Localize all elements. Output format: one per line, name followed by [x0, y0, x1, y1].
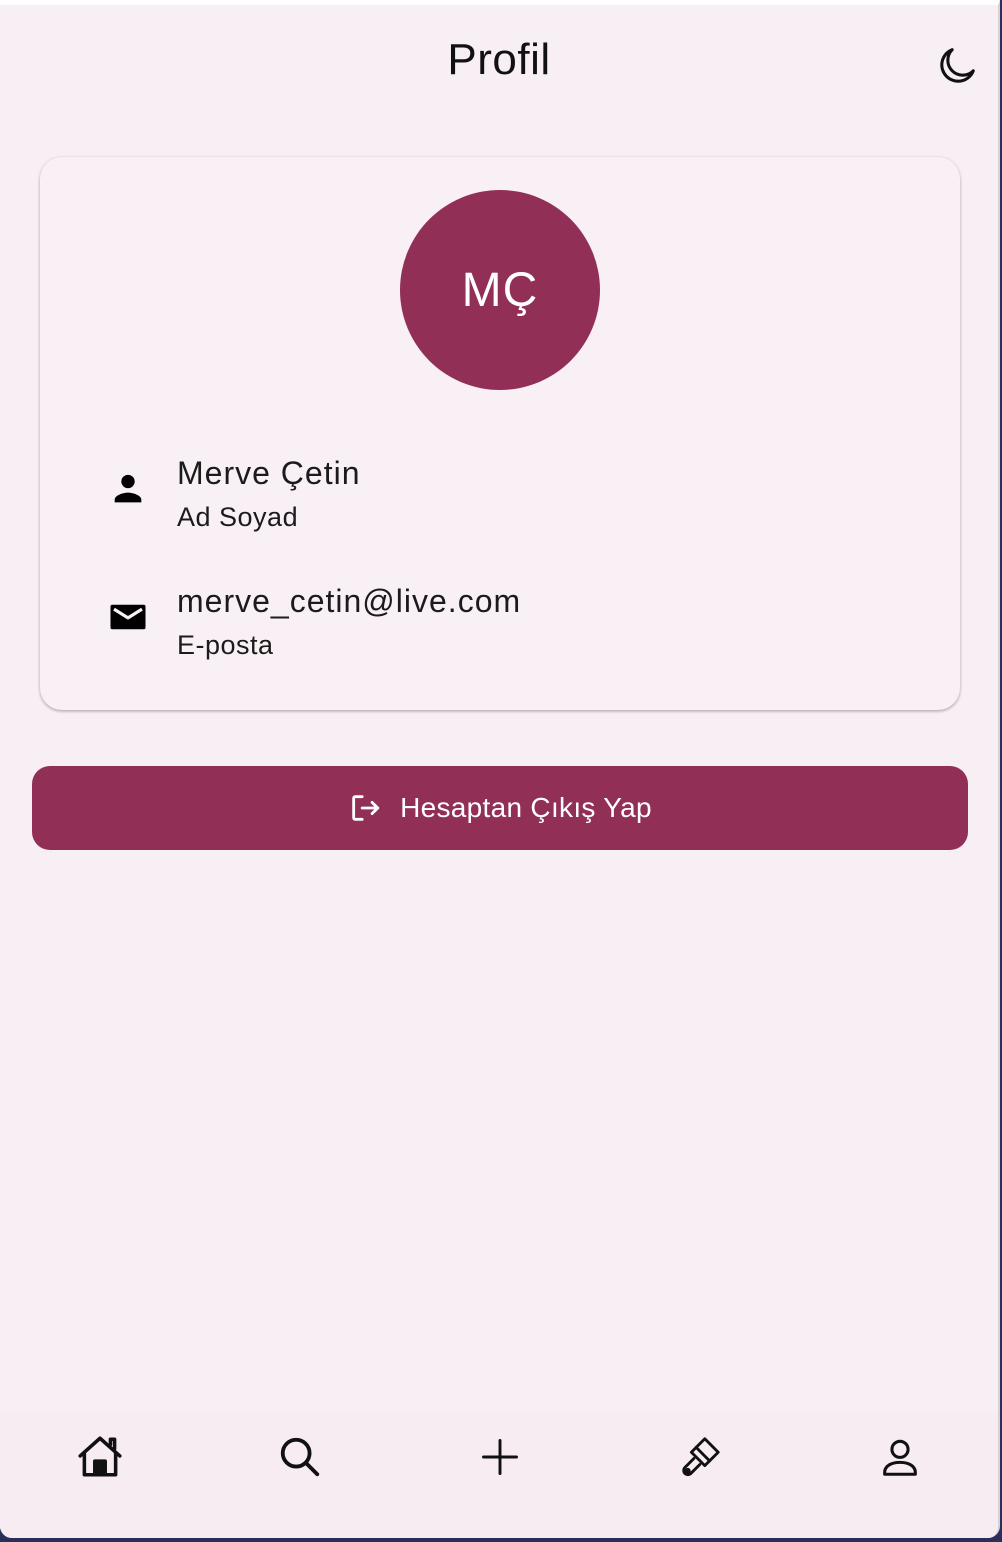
logout-label: Hesaptan Çıkış Yap [400, 792, 652, 823]
nav-home[interactable] [70, 1427, 130, 1487]
user-email-label: E-posta [177, 630, 274, 660]
email-row: merve_cetin@live.com E-posta [104, 583, 904, 673]
logout-button[interactable]: Hesaptan Çıkış Yap [32, 766, 968, 850]
app-window: Profil MÇ Merve Çetin Ad Soyad merve_cet… [0, 0, 1000, 1538]
nav-profile[interactable] [870, 1427, 930, 1487]
app-bar: Profil [0, 5, 998, 115]
home-icon [78, 1436, 122, 1477]
user-name-label: Ad Soyad [177, 502, 299, 532]
moon-icon [940, 48, 975, 83]
name-row: Merve Çetin Ad Soyad [104, 455, 904, 545]
brush-icon [682, 1437, 720, 1477]
logout-icon [352, 795, 380, 821]
nav-brush[interactable] [670, 1427, 730, 1487]
profile-card: MÇ Merve Çetin Ad Soyad merve_cetin@live… [40, 157, 960, 710]
nav-search[interactable] [270, 1427, 330, 1487]
theme-toggle-button[interactable] [930, 39, 984, 93]
person-icon [104, 465, 152, 513]
user-icon [883, 1439, 917, 1476]
mail-icon [104, 593, 152, 641]
user-email: merve_cetin@live.com [177, 583, 522, 619]
user-name: Merve Çetin [177, 455, 361, 491]
plus-icon [482, 1439, 518, 1475]
avatar-initials: MÇ [461, 263, 539, 317]
nav-add[interactable] [470, 1427, 530, 1487]
search-icon [280, 1437, 320, 1477]
page-title: Profil [447, 35, 551, 84]
avatar: MÇ [400, 190, 600, 390]
bottom-navigation [0, 1413, 998, 1538]
